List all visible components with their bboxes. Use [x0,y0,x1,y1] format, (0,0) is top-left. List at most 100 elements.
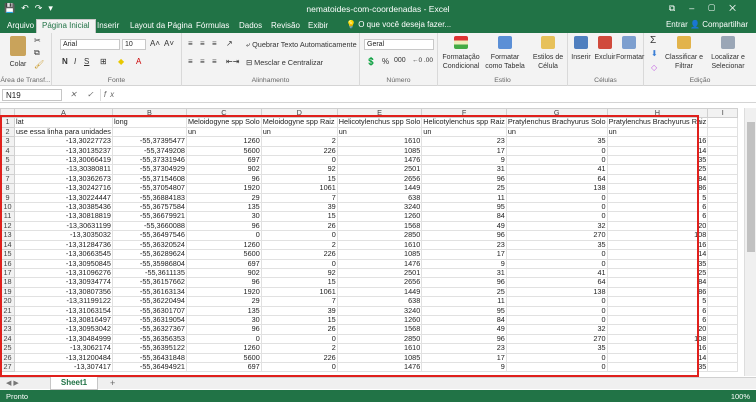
cell[interactable] [707,333,739,345]
cell[interactable]: -55,37304929 [111,164,187,175]
insert-cells-button[interactable]: Inserir [570,36,592,62]
cell-styles-button[interactable]: Estilos de Célula [530,36,566,71]
cell[interactable]: 11 [421,296,507,307]
tab-layout[interactable]: Layout da Página [125,20,197,33]
row-header[interactable]: 23 [0,324,15,335]
cell[interactable]: -55,36494921 [111,361,187,373]
cell[interactable] [707,192,739,204]
cell[interactable]: 138 [505,286,608,298]
cell[interactable]: 17 [421,145,507,157]
row-header[interactable]: 7 [0,173,15,185]
cell[interactable]: 0 [505,314,608,326]
row-header[interactable]: 3 [0,136,15,147]
cell[interactable]: -55,36157662 [111,277,187,288]
cell[interactable]: 9 [421,258,507,269]
cell[interactable] [707,136,739,147]
cell[interactable]: 96 [421,333,507,345]
column-header[interactable]: G [505,108,608,119]
cell[interactable]: 0 [260,230,338,241]
percent-button[interactable]: % [382,57,389,66]
cell[interactable]: 0 [505,145,608,157]
cell[interactable]: 49 [421,324,507,335]
cell[interactable] [707,249,739,260]
cell[interactable]: 108 [606,333,709,345]
cell[interactable]: 26 [260,220,338,232]
cell[interactable]: 1085 [336,145,423,157]
cell[interactable]: 35 [505,136,608,147]
format-painter-icon[interactable]: 🖌 [34,60,44,69]
formula-input[interactable] [100,89,752,101]
row-header[interactable]: 8 [0,183,15,194]
row-header[interactable]: 24 [0,333,15,345]
cell[interactable]: -55,37395477 [111,136,187,147]
row-header[interactable]: 9 [0,192,15,204]
align-center-icon[interactable]: ≡ [200,57,205,66]
cell[interactable]: 29 [185,192,262,204]
signin-link[interactable]: Entrar [666,20,688,29]
cell[interactable]: 35 [606,361,709,373]
cell[interactable]: 96 [421,277,507,288]
cell[interactable]: 84 [421,314,507,326]
cell[interactable] [707,277,739,288]
find-select-button[interactable]: Localizar e Selecionar [706,36,750,71]
tab-exibir[interactable]: Exibir [303,20,333,33]
cell[interactable]: 30 [185,314,262,326]
cell[interactable]: -13,31096276 [14,267,113,279]
cell[interactable]: long [111,117,187,128]
row-header[interactable]: 22 [0,314,15,326]
cell[interactable]: 5600 [185,145,262,157]
row-header[interactable]: 15 [0,249,15,260]
cell[interactable]: 0 [505,305,608,316]
delete-cells-button[interactable]: Excluir [594,36,616,62]
cell[interactable]: 30 [185,211,262,222]
thousands-button[interactable]: 000 [394,57,406,64]
italic-button[interactable]: I [74,57,76,66]
cell[interactable]: 1610 [336,343,423,354]
cell[interactable]: 1476 [336,258,423,269]
font-name-combo[interactable]: Arial [60,39,120,50]
cell[interactable]: 5 [606,296,709,307]
row-header[interactable]: 12 [0,220,15,232]
cell[interactable]: 1085 [336,249,423,260]
close-button[interactable]: ✕ [729,3,750,13]
cell[interactable]: -55,36319054 [111,314,187,326]
row-header[interactable]: 11 [0,211,15,222]
cell[interactable]: -13,31199122 [14,296,113,307]
cell[interactable]: 64 [505,277,608,288]
row-header[interactable]: 1 [0,117,15,128]
cell[interactable] [707,296,739,307]
cell[interactable]: 14 [606,145,709,157]
cell[interactable]: -55,36301707 [111,305,187,316]
cell[interactable]: 49 [421,220,507,232]
column-header[interactable]: C [185,108,262,119]
align-bottom-icon[interactable]: ≡ [212,39,217,48]
cell[interactable]: -13,31063154 [14,305,113,316]
spreadsheet-grid[interactable]: A B C D E F G H I 1 lat long Meloidogyne sp… [0,108,756,376]
cell[interactable]: 20 [606,220,709,232]
cell[interactable]: 1610 [336,136,423,147]
fill-color-icon[interactable]: ◆ [118,57,124,66]
cell[interactable]: 14 [606,249,709,260]
cell[interactable]: 15 [260,173,338,185]
cell[interactable]: 25 [421,183,507,194]
tab-inserir[interactable]: Inserir [92,20,124,33]
cell[interactable]: 96 [185,277,262,288]
cell[interactable]: 902 [185,267,262,279]
cell[interactable]: 35 [505,343,608,354]
row-header[interactable]: 4 [0,145,15,157]
cell[interactable]: 1449 [336,183,423,194]
cell[interactable] [707,164,739,175]
cut-icon[interactable]: ✂ [34,36,41,45]
cell[interactable]: un [505,126,608,138]
cell[interactable]: 108 [606,230,709,241]
align-middle-icon[interactable]: ≡ [200,39,205,48]
cell[interactable]: -55,3749208 [111,145,187,157]
select-all-corner[interactable] [0,108,15,119]
cell[interactable]: 0 [260,361,338,373]
cell[interactable]: 5600 [185,352,262,363]
cell[interactable]: 25 [421,286,507,298]
cell[interactable]: 2 [260,136,338,147]
column-header[interactable]: F [421,108,507,119]
cell[interactable]: -13,30953042 [14,324,113,335]
row-header[interactable]: 26 [0,352,15,363]
